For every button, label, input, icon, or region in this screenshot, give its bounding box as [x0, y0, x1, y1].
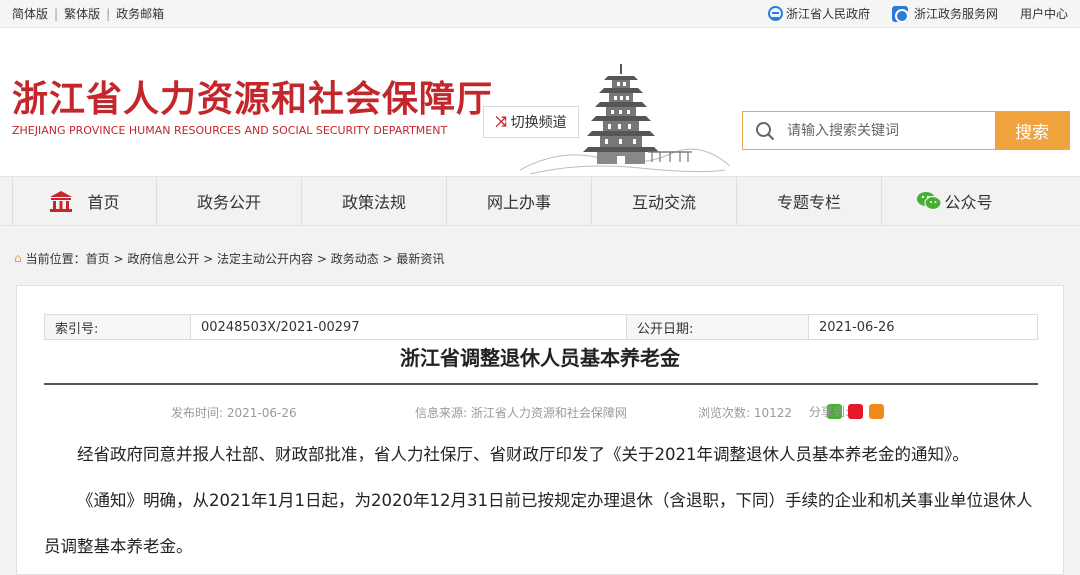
nav-item-gov-affairs[interactable]: 政务公开	[157, 177, 302, 225]
article-meta-table: 索引号: 00248503X/2021-00297 公开日期: 2021-06-…	[44, 314, 1038, 340]
info-source: 信息来源: 浙江省人力资源和社会保障网	[415, 406, 627, 420]
location-house-icon: ⌂	[14, 251, 22, 265]
shuffle-icon: ⤨	[495, 114, 507, 130]
wechat-icon	[917, 192, 943, 211]
site-subtitle: ZHEJIANG PROVINCE HUMAN RESOURCES AND SO…	[12, 124, 448, 137]
search-button[interactable]: 搜索	[995, 112, 1069, 149]
weibo-share-icon[interactable]	[848, 404, 863, 419]
pagoda-illustration-icon	[520, 64, 730, 175]
search-icon[interactable]	[743, 112, 787, 149]
article-body: 经省政府同意并报人社部、财政部批准，省人力社保厅、省财政厅印发了《关于2021年…	[44, 432, 1040, 570]
breadcrumb-label: 当前位置：	[25, 251, 86, 266]
zhejiang-gov-label: 浙江省人民政府	[785, 7, 870, 21]
simplified-link[interactable]: 简体版	[12, 5, 48, 22]
view-count: 浏览次数: 10122	[698, 406, 793, 420]
nav-item-interaction[interactable]: 互动交流	[592, 177, 737, 225]
service-portal-label: 浙江政务服务网	[913, 7, 998, 21]
divider: |	[54, 6, 59, 21]
breadcrumb: ⌂ 当前位置： 首页 > 政府信息公开 > 法定主动公开内容 > 政务动态 > …	[0, 238, 1080, 278]
home-icon	[50, 191, 73, 212]
nav-item-label: 公众号	[944, 193, 993, 212]
article-panel: 索引号: 00248503X/2021-00297 公开日期: 2021-06-…	[16, 285, 1064, 575]
traditional-link[interactable]: 繁体版	[64, 5, 100, 22]
article-paragraph: 经省政府同意并报人社部、财政部批准，省人力社保厅、省财政厅印发了《关于2021年…	[77, 445, 969, 464]
share-bar: 分享到:	[809, 404, 884, 419]
search-input[interactable]	[787, 112, 995, 149]
share-label: 分享到:	[809, 405, 850, 419]
more-share-icon[interactable]	[869, 404, 884, 419]
gov-logo-icon	[767, 6, 783, 21]
service-logo-icon	[891, 5, 909, 23]
nav-item-wechat[interactable]: 公众号	[882, 177, 1027, 225]
mail-link[interactable]: 政务邮箱	[116, 5, 164, 22]
zhejiang-gov-link[interactable]: 浙江省人民政府	[767, 5, 870, 22]
divider: |	[106, 6, 111, 21]
main-nav: 首页 政务公开 政策法规 网上办事 互动交流 专题专栏 公众号	[0, 176, 1080, 226]
nav-item-label: 首页	[87, 193, 120, 212]
breadcrumb-path[interactable]: 首页 > 政府信息公开 > 法定主动公开内容 > 政务动态 > 最新资讯	[86, 250, 445, 267]
search-box: 搜索	[742, 111, 1070, 150]
site-title[interactable]: 浙江省人力资源和社会保障厅	[12, 70, 493, 122]
index-label: 索引号:	[44, 314, 191, 340]
article-paragraph: 《通知》明确，从2021年1月1日起，为2020年12月31日前已按规定办理退休…	[44, 491, 1033, 556]
nav-item-topics[interactable]: 专题专栏	[737, 177, 882, 225]
nav-item-policy[interactable]: 政策法规	[302, 177, 447, 225]
publish-time: 发布时间: 2021-06-26	[171, 406, 297, 420]
service-portal-link[interactable]: 浙江政务服务网	[891, 5, 998, 23]
date-label: 公开日期:	[626, 314, 809, 340]
article-title: 浙江省调整退休人员基本养老金	[400, 346, 680, 370]
title-divider	[44, 383, 1038, 385]
date-value: 2021-06-26	[808, 314, 1038, 340]
site-header: 浙江省人力资源和社会保障厅 ZHEJIANG PROVINCE HUMAN RE…	[0, 28, 1080, 176]
top-utility-bar: 简体版 | 繁体版 | 政务邮箱 浙江省人民政府 浙江政务服务网 用户中心	[0, 0, 1080, 28]
nav-item-online-service[interactable]: 网上办事	[447, 177, 592, 225]
nav-item-home[interactable]: 首页	[12, 177, 157, 225]
index-value: 00248503X/2021-00297	[190, 314, 627, 340]
user-center-link[interactable]: 用户中心	[1020, 5, 1068, 22]
